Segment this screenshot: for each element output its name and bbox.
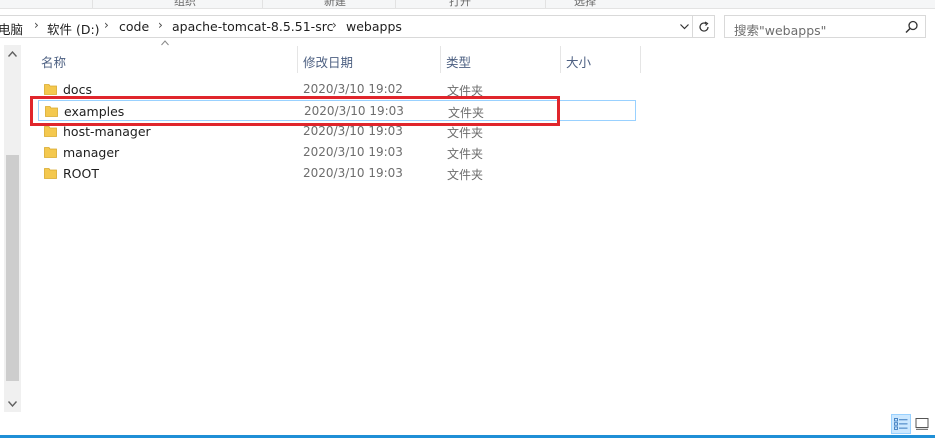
file-type: 文件夹 [447, 84, 484, 98]
file-row-examples[interactable]: examples 2020/3/10 19:03 文件夹 [38, 100, 636, 121]
file-row-manager[interactable]: manager 2020/3/10 19:03 文件夹 [38, 142, 636, 163]
scroll-down-arrow[interactable] [4, 395, 21, 412]
search-icon[interactable] [905, 20, 919, 34]
chevron-down-icon [680, 23, 689, 29]
scroll-up-arrow[interactable] [4, 45, 21, 62]
scroll-thumb[interactable] [6, 155, 19, 381]
column-header-label: 修改日期 [303, 55, 354, 70]
file-name: examples [64, 104, 125, 119]
refresh-icon [698, 20, 709, 32]
column-header-label: 大小 [566, 55, 592, 70]
refresh-button[interactable] [693, 15, 715, 38]
ribbon-divider [92, 0, 93, 8]
address-history-dropdown[interactable] [676, 15, 693, 38]
file-row-root[interactable]: ROOT 2020/3/10 19:03 文件夹 [38, 163, 636, 184]
search-placeholder: 搜索"webapps" [734, 23, 827, 38]
folder-icon [44, 126, 57, 137]
address-bar[interactable]: 电脑 › 软件 (D:) › code › apache-tomcat-8.5.… [0, 15, 693, 38]
breadcrumb-separator[interactable]: › [332, 18, 337, 32]
folder-icon [44, 168, 57, 179]
file-modified: 2020/3/10 19:03 [303, 166, 403, 180]
file-modified: 2020/3/10 19:03 [303, 124, 403, 138]
breadcrumb-separator[interactable]: › [104, 18, 109, 32]
ribbon-group-open[interactable]: 打开 [425, 0, 495, 8]
ribbon-group-select[interactable]: 选择 [550, 0, 620, 8]
file-row-docs[interactable]: docs 2020/3/10 19:02 文件夹 [38, 79, 636, 100]
breadcrumb-drive-d[interactable]: 软件 (D:) [47, 19, 100, 38]
column-header-name[interactable]: 名称 [35, 46, 297, 73]
file-name: ROOT [63, 166, 99, 181]
breadcrumb-this-pc[interactable]: 电脑 [0, 19, 23, 38]
file-type: 文件夹 [447, 147, 484, 161]
breadcrumb-separator[interactable]: › [34, 18, 39, 32]
ribbon-divider [545, 0, 546, 8]
file-type: 文件夹 [447, 126, 484, 140]
ribbon: 组织 新建 打开 选择 [0, 0, 935, 9]
large-icons-view-button[interactable] [912, 414, 932, 434]
ribbon-group-new[interactable]: 新建 [300, 0, 370, 8]
file-type: 文件夹 [447, 168, 484, 182]
details-view-button[interactable] [891, 414, 911, 434]
column-header-label: 类型 [446, 55, 472, 70]
column-divider[interactable] [640, 46, 641, 73]
breadcrumb-tomcat[interactable]: apache-tomcat-8.5.51-src [172, 19, 333, 34]
column-header-label: 名称 [41, 55, 67, 70]
file-modified: 2020/3/10 19:03 [304, 104, 404, 118]
folder-icon [44, 84, 57, 95]
ribbon-group-organize[interactable]: 组织 [150, 0, 220, 8]
folder-icon [44, 147, 57, 158]
file-modified: 2020/3/10 19:02 [303, 82, 403, 96]
file-name: host-manager [63, 124, 151, 139]
breadcrumb-separator[interactable]: › [158, 18, 163, 32]
search-input[interactable]: 搜索"webapps" [724, 15, 926, 38]
details-view-icon [894, 418, 908, 430]
navigation-pane-scrollbar[interactable] [4, 45, 21, 412]
file-type: 文件夹 [448, 106, 485, 120]
chevron-up-icon [8, 50, 17, 57]
column-header-modified[interactable]: 修改日期 [297, 46, 440, 73]
large-icons-view-icon [915, 418, 929, 430]
folder-icon [45, 106, 58, 117]
file-row-host-manager[interactable]: host-manager 2020/3/10 19:03 文件夹 [38, 121, 636, 142]
column-header-size[interactable]: 大小 [560, 46, 640, 73]
ribbon-divider [262, 0, 263, 8]
ribbon-divider [395, 0, 396, 8]
file-name: docs [63, 82, 92, 97]
file-name: manager [63, 145, 120, 160]
column-header-type[interactable]: 类型 [440, 46, 560, 73]
breadcrumb-webapps[interactable]: webapps [346, 19, 402, 34]
file-modified: 2020/3/10 19:03 [303, 145, 403, 159]
breadcrumb-code[interactable]: code [119, 19, 149, 34]
chevron-down-icon [8, 400, 17, 407]
